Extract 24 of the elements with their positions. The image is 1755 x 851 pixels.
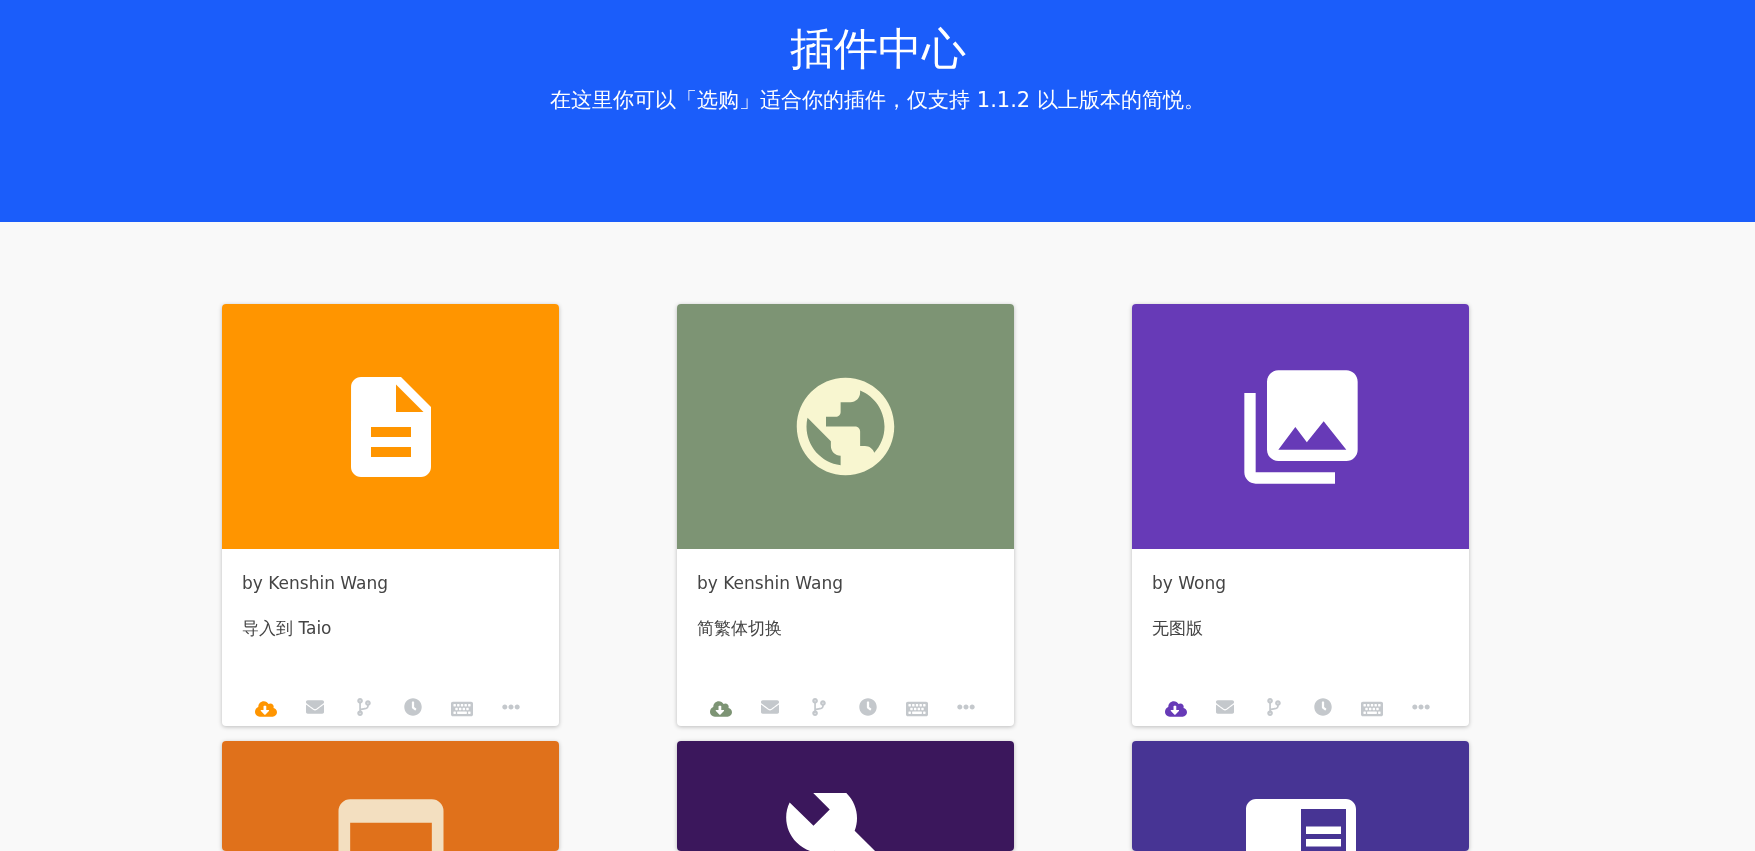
plugin-card[interactable]: by Kenshin Wang 简繁体切换 (677, 304, 1014, 726)
plugin-author: by Kenshin Wang (697, 572, 845, 595)
plugin-name: 简繁体切换 (697, 617, 783, 640)
clock-icon[interactable] (403, 698, 422, 716)
plugin-card[interactable]: by Kenshin Wang 导入到 Taio (222, 304, 559, 726)
cloud-download-icon[interactable] (1165, 698, 1188, 720)
mail-icon[interactable] (761, 698, 780, 716)
branch-icon[interactable] (810, 698, 829, 716)
cloud-download-icon[interactable] (710, 698, 733, 720)
mail-icon[interactable] (306, 698, 325, 716)
plugin-name: 导入到 Taio (242, 617, 333, 640)
clock-icon[interactable] (858, 698, 877, 716)
clock-icon[interactable] (1313, 698, 1332, 716)
plugin-author: by Wong (1152, 572, 1228, 595)
page-title: 插件中心 (789, 22, 966, 76)
plugin-card[interactable] (1132, 741, 1469, 851)
plugin-card[interactable]: by Wong 无图版 (1132, 304, 1469, 726)
branch-icon[interactable] (355, 698, 374, 716)
plugin-card[interactable] (677, 741, 1014, 851)
plugin-author: by Kenshin Wang (242, 572, 390, 595)
mail-icon[interactable] (1216, 698, 1235, 716)
branch-icon[interactable] (1265, 698, 1284, 716)
plugin-name: 无图版 (1152, 617, 1204, 640)
page-subtitle: 在这里你可以「选购」适合你的插件，仅支持 1.1.2 以上版本的简悦。 (550, 87, 1205, 114)
